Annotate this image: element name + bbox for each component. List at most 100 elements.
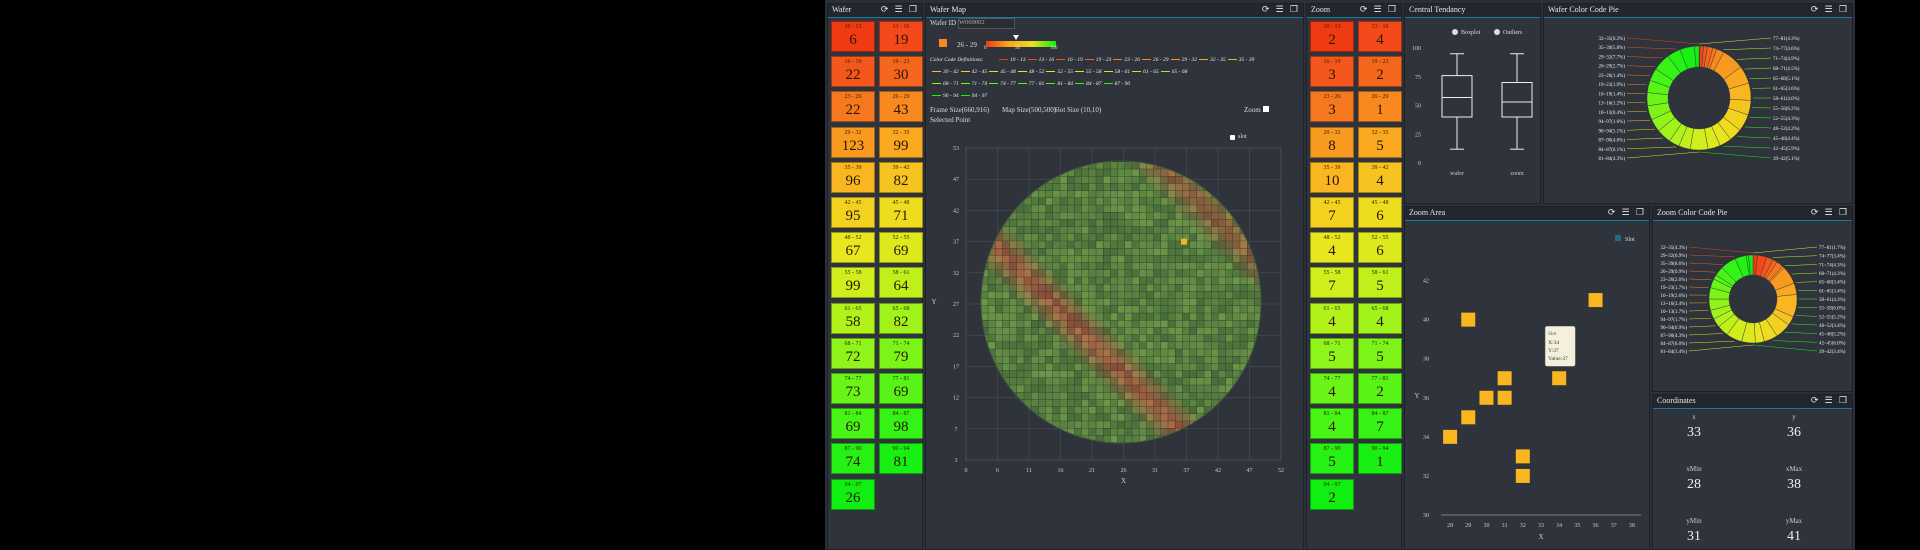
die-cell[interactable] bbox=[1225, 162, 1233, 169]
die-cell[interactable] bbox=[1182, 291, 1190, 299]
die-cell[interactable] bbox=[988, 205, 995, 212]
die-cell[interactable] bbox=[1117, 378, 1125, 385]
die-cell[interactable] bbox=[1189, 428, 1197, 436]
die-cell[interactable] bbox=[1146, 313, 1154, 320]
die-cell[interactable] bbox=[1139, 349, 1147, 356]
die-cell[interactable] bbox=[1132, 334, 1139, 342]
die-cell[interactable] bbox=[1067, 226, 1075, 234]
die-cell[interactable] bbox=[995, 291, 1003, 299]
die-cell[interactable] bbox=[1110, 248, 1118, 256]
die-cell[interactable] bbox=[1197, 421, 1204, 428]
die-cell[interactable] bbox=[1038, 270, 1046, 277]
die-cell[interactable] bbox=[1204, 241, 1211, 248]
die-cell[interactable] bbox=[1074, 306, 1082, 313]
color-tile[interactable]: 90 - 94 81 bbox=[879, 443, 923, 475]
die-cell[interactable] bbox=[988, 421, 995, 428]
die-cell[interactable] bbox=[1211, 334, 1219, 342]
die-cell[interactable] bbox=[1197, 219, 1204, 227]
die-cell[interactable] bbox=[1017, 219, 1024, 227]
die-cell[interactable] bbox=[1089, 219, 1096, 227]
die-cell[interactable] bbox=[1240, 342, 1247, 349]
slot-point[interactable] bbox=[1497, 390, 1512, 405]
die-cell[interactable] bbox=[1017, 183, 1024, 191]
die-cell[interactable] bbox=[1225, 356, 1233, 364]
die-cell[interactable] bbox=[1053, 190, 1060, 198]
color-tile[interactable]: 74 - 77 4 bbox=[1310, 373, 1354, 404]
die-cell[interactable] bbox=[1002, 255, 1010, 263]
die-cell[interactable] bbox=[1132, 370, 1139, 378]
die-cell[interactable] bbox=[1089, 414, 1096, 421]
die-cell[interactable] bbox=[1204, 262, 1211, 270]
die-cell[interactable] bbox=[1096, 342, 1103, 349]
die-cell[interactable] bbox=[1189, 349, 1197, 356]
die-cell[interactable] bbox=[988, 234, 995, 241]
die-cell[interactable] bbox=[1067, 277, 1075, 284]
die-cell[interactable] bbox=[1081, 392, 1089, 400]
die-cell[interactable] bbox=[1125, 226, 1132, 234]
die-cell[interactable] bbox=[1168, 399, 1175, 407]
die-cell[interactable] bbox=[1002, 190, 1010, 198]
color-tile[interactable]: 55 - 58 7 bbox=[1310, 267, 1354, 299]
die-cell[interactable] bbox=[1074, 255, 1082, 263]
die-cell[interactable] bbox=[1240, 399, 1247, 407]
die-cell[interactable] bbox=[1074, 262, 1082, 270]
die-cell[interactable] bbox=[1096, 291, 1103, 299]
die-cell[interactable] bbox=[1233, 428, 1240, 436]
die-cell[interactable] bbox=[1189, 162, 1197, 169]
die-cell[interactable] bbox=[1117, 255, 1125, 263]
die-cell[interactable] bbox=[1146, 414, 1154, 421]
color-tile[interactable]: 32 - 35 5 bbox=[1358, 126, 1402, 158]
die-cell[interactable] bbox=[1009, 378, 1017, 385]
die-cell[interactable] bbox=[1168, 327, 1175, 335]
die-cell[interactable] bbox=[1017, 349, 1024, 356]
die-cell[interactable] bbox=[1197, 298, 1204, 306]
die-cell[interactable] bbox=[1254, 277, 1262, 284]
die-cell[interactable] bbox=[1168, 248, 1175, 256]
die-cell[interactable] bbox=[1146, 320, 1154, 328]
die-cell[interactable] bbox=[1038, 342, 1046, 349]
die-cell[interactable] bbox=[1168, 370, 1175, 378]
die-cell[interactable] bbox=[1045, 284, 1053, 292]
die-cell[interactable] bbox=[1017, 255, 1024, 263]
die-cell[interactable] bbox=[1168, 320, 1175, 328]
color-tile[interactable]: 45 - 48 71 bbox=[879, 197, 923, 228]
die-cell[interactable] bbox=[1031, 435, 1039, 443]
die-cell[interactable] bbox=[1146, 212, 1154, 220]
die-cell[interactable] bbox=[1153, 370, 1161, 378]
die-cell[interactable] bbox=[1204, 219, 1211, 227]
die-cell[interactable] bbox=[1031, 212, 1039, 220]
die-cell[interactable] bbox=[1233, 169, 1240, 176]
die-cell[interactable] bbox=[1125, 248, 1132, 256]
die-cell[interactable] bbox=[1017, 320, 1024, 328]
die-cell[interactable] bbox=[1175, 212, 1183, 220]
die-cell[interactable] bbox=[1053, 334, 1060, 342]
die-cell[interactable] bbox=[1139, 421, 1147, 428]
die-cell[interactable] bbox=[1211, 385, 1219, 392]
die-cell[interactable] bbox=[1038, 291, 1046, 299]
die-cell[interactable] bbox=[1132, 327, 1139, 335]
die-cell[interactable] bbox=[1096, 169, 1103, 176]
die-cell[interactable] bbox=[1139, 313, 1147, 320]
die-cell[interactable] bbox=[1103, 183, 1111, 191]
die-cell[interactable] bbox=[1045, 262, 1053, 270]
die-cell[interactable] bbox=[1146, 176, 1154, 184]
die-cell[interactable] bbox=[1024, 378, 1031, 385]
die-cell[interactable] bbox=[988, 392, 995, 400]
die-cell[interactable] bbox=[1017, 169, 1024, 176]
die-cell[interactable] bbox=[1132, 212, 1139, 220]
die-cell[interactable] bbox=[1089, 262, 1096, 270]
die-cell[interactable] bbox=[1153, 385, 1161, 392]
die-cell[interactable] bbox=[1211, 212, 1219, 220]
die-cell[interactable] bbox=[1247, 327, 1255, 335]
die-cell[interactable] bbox=[1045, 385, 1053, 392]
die-cell[interactable] bbox=[1045, 306, 1053, 313]
die-cell[interactable] bbox=[1096, 385, 1103, 392]
die-cell[interactable] bbox=[1125, 435, 1132, 443]
die-cell[interactable] bbox=[995, 342, 1003, 349]
die-cell[interactable] bbox=[1254, 183, 1262, 191]
die-cell[interactable] bbox=[1081, 370, 1089, 378]
die-cell[interactable] bbox=[1146, 327, 1154, 335]
die-cell[interactable] bbox=[1009, 176, 1017, 184]
die-cell[interactable] bbox=[1125, 342, 1132, 349]
die-cell[interactable] bbox=[1211, 176, 1219, 184]
